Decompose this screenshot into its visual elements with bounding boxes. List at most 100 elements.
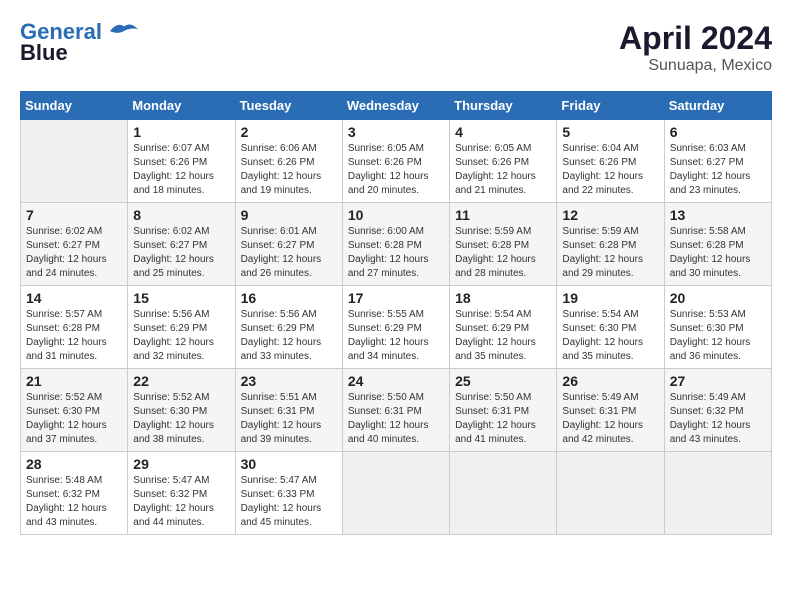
day-cell: 10 Sunrise: 6:00 AMSunset: 6:28 PMDayligh… — [342, 203, 449, 286]
day-number: 12 — [562, 207, 658, 223]
week-row-3: 14 Sunrise: 5:57 AMSunset: 6:28 PMDayligh… — [21, 286, 772, 369]
header-tuesday: Tuesday — [235, 92, 342, 120]
calendar-table: SundayMondayTuesdayWednesdayThursdayFrid… — [20, 91, 772, 535]
day-info: Sunrise: 5:57 AMSunset: 6:28 PMDaylight:… — [26, 308, 122, 364]
day-number: 15 — [133, 290, 229, 306]
day-cell: 17 Sunrise: 5:55 AMSunset: 6:29 PMDayligh… — [342, 286, 449, 369]
day-number: 25 — [455, 373, 551, 389]
day-number: 3 — [348, 124, 444, 140]
day-info: Sunrise: 5:56 AMSunset: 6:29 PMDaylight:… — [133, 308, 229, 364]
day-info: Sunrise: 5:53 AMSunset: 6:30 PMDaylight:… — [670, 308, 766, 364]
day-number: 6 — [670, 124, 766, 140]
day-info: Sunrise: 6:02 AMSunset: 6:27 PMDaylight:… — [26, 225, 122, 281]
day-cell: 13Sunrise: 5:58 AMSunset: 6:28 PMDayligh… — [664, 203, 771, 286]
day-cell: 18 Sunrise: 5:54 AMSunset: 6:29 PMDayligh… — [450, 286, 557, 369]
day-cell: 27 Sunrise: 5:49 AMSunset: 6:32 PMDayligh… — [664, 369, 771, 452]
day-info: Sunrise: 5:58 AMSunset: 6:28 PMDaylight:… — [670, 225, 766, 281]
day-cell — [21, 120, 128, 203]
day-number: 29 — [133, 456, 229, 472]
day-cell: 5 Sunrise: 6:04 AMSunset: 6:26 PMDaylight… — [557, 120, 664, 203]
day-number: 16 — [241, 290, 337, 306]
logo-bird-icon — [110, 21, 138, 41]
day-cell: 7 Sunrise: 6:02 AMSunset: 6:27 PMDaylight… — [21, 203, 128, 286]
day-info: Sunrise: 5:51 AMSunset: 6:31 PMDaylight:… — [241, 391, 337, 447]
day-cell: 29 Sunrise: 5:47 AMSunset: 6:32 PMDayligh… — [128, 452, 235, 535]
day-cell: 19 Sunrise: 5:54 AMSunset: 6:30 PMDayligh… — [557, 286, 664, 369]
day-number: 21 — [26, 373, 122, 389]
day-info: Sunrise: 6:07 AMSunset: 6:26 PMDaylight:… — [133, 142, 229, 198]
day-number: 28 — [26, 456, 122, 472]
day-cell: 8 Sunrise: 6:02 AMSunset: 6:27 PMDaylight… — [128, 203, 235, 286]
day-number: 19 — [562, 290, 658, 306]
location-subtitle: Sunuapa, Mexico — [619, 57, 772, 75]
day-number: 7 — [26, 207, 122, 223]
day-info: Sunrise: 5:54 AMSunset: 6:30 PMDaylight:… — [562, 308, 658, 364]
day-number: 17 — [348, 290, 444, 306]
day-number: 22 — [133, 373, 229, 389]
day-info: Sunrise: 5:52 AMSunset: 6:30 PMDaylight:… — [133, 391, 229, 447]
day-number: 9 — [241, 207, 337, 223]
day-number: 27 — [670, 373, 766, 389]
day-number: 23 — [241, 373, 337, 389]
day-cell: 3Sunrise: 6:05 AMSunset: 6:26 PMDaylight… — [342, 120, 449, 203]
day-cell: 11 Sunrise: 5:59 AMSunset: 6:28 PMDayligh… — [450, 203, 557, 286]
day-info: Sunrise: 6:02 AMSunset: 6:27 PMDaylight:… — [133, 225, 229, 281]
day-info: Sunrise: 6:06 AMSunset: 6:26 PMDaylight:… — [241, 142, 337, 198]
day-info: Sunrise: 5:56 AMSunset: 6:29 PMDaylight:… — [241, 308, 337, 364]
day-cell: 24 Sunrise: 5:50 AMSunset: 6:31 PMDayligh… — [342, 369, 449, 452]
day-info: Sunrise: 6:05 AMSunset: 6:26 PMDaylight:… — [455, 142, 551, 198]
day-info: Sunrise: 6:00 AMSunset: 6:28 PMDaylight:… — [348, 225, 444, 281]
day-number: 4 — [455, 124, 551, 140]
day-number: 5 — [562, 124, 658, 140]
day-cell — [342, 452, 449, 535]
day-info: Sunrise: 5:55 AMSunset: 6:29 PMDaylight:… — [348, 308, 444, 364]
day-number: 2 — [241, 124, 337, 140]
day-info: Sunrise: 6:01 AMSunset: 6:27 PMDaylight:… — [241, 225, 337, 281]
week-row-2: 7 Sunrise: 6:02 AMSunset: 6:27 PMDaylight… — [21, 203, 772, 286]
day-cell — [450, 452, 557, 535]
day-number: 8 — [133, 207, 229, 223]
day-cell — [664, 452, 771, 535]
day-info: Sunrise: 5:49 AMSunset: 6:31 PMDaylight:… — [562, 391, 658, 447]
week-row-4: 21 Sunrise: 5:52 AMSunset: 6:30 PMDayligh… — [21, 369, 772, 452]
day-cell: 4 Sunrise: 6:05 AMSunset: 6:26 PMDaylight… — [450, 120, 557, 203]
day-number: 1 — [133, 124, 229, 140]
title-block: April 2024 Sunuapa, Mexico — [619, 20, 772, 75]
day-info: Sunrise: 5:50 AMSunset: 6:31 PMDaylight:… — [455, 391, 551, 447]
day-info: Sunrise: 5:59 AMSunset: 6:28 PMDaylight:… — [455, 225, 551, 281]
week-row-1: 1 Sunrise: 6:07 AMSunset: 6:26 PMDaylight… — [21, 120, 772, 203]
day-number: 11 — [455, 207, 551, 223]
logo: General Blue — [20, 20, 138, 66]
day-info: Sunrise: 5:50 AMSunset: 6:31 PMDaylight:… — [348, 391, 444, 447]
day-cell: 30 Sunrise: 5:47 AMSunset: 6:33 PMDayligh… — [235, 452, 342, 535]
day-info: Sunrise: 6:03 AMSunset: 6:27 PMDaylight:… — [670, 142, 766, 198]
day-cell: 9 Sunrise: 6:01 AMSunset: 6:27 PMDaylight… — [235, 203, 342, 286]
day-number: 30 — [241, 456, 337, 472]
day-number: 24 — [348, 373, 444, 389]
day-info: Sunrise: 5:47 AMSunset: 6:33 PMDaylight:… — [241, 474, 337, 530]
day-cell: 25 Sunrise: 5:50 AMSunset: 6:31 PMDayligh… — [450, 369, 557, 452]
header-friday: Friday — [557, 92, 664, 120]
day-cell: 1 Sunrise: 6:07 AMSunset: 6:26 PMDaylight… — [128, 120, 235, 203]
day-cell: 12Sunrise: 5:59 AMSunset: 6:28 PMDayligh… — [557, 203, 664, 286]
header-monday: Monday — [128, 92, 235, 120]
day-info: Sunrise: 5:47 AMSunset: 6:32 PMDaylight:… — [133, 474, 229, 530]
day-info: Sunrise: 5:49 AMSunset: 6:32 PMDaylight:… — [670, 391, 766, 447]
day-cell: 28 Sunrise: 5:48 AMSunset: 6:32 PMDayligh… — [21, 452, 128, 535]
day-cell: 26Sunrise: 5:49 AMSunset: 6:31 PMDayligh… — [557, 369, 664, 452]
day-info: Sunrise: 5:48 AMSunset: 6:32 PMDaylight:… — [26, 474, 122, 530]
day-number: 10 — [348, 207, 444, 223]
day-cell: 22 Sunrise: 5:52 AMSunset: 6:30 PMDayligh… — [128, 369, 235, 452]
days-header-row: SundayMondayTuesdayWednesdayThursdayFrid… — [21, 92, 772, 120]
month-year-title: April 2024 — [619, 20, 772, 57]
day-cell: 15 Sunrise: 5:56 AMSunset: 6:29 PMDayligh… — [128, 286, 235, 369]
header-wednesday: Wednesday — [342, 92, 449, 120]
day-number: 18 — [455, 290, 551, 306]
page-header: General Blue April 2024 Sunuapa, Mexico — [20, 20, 772, 75]
day-info: Sunrise: 5:54 AMSunset: 6:29 PMDaylight:… — [455, 308, 551, 364]
header-thursday: Thursday — [450, 92, 557, 120]
day-number: 14 — [26, 290, 122, 306]
day-cell: 14 Sunrise: 5:57 AMSunset: 6:28 PMDayligh… — [21, 286, 128, 369]
day-cell — [557, 452, 664, 535]
day-info: Sunrise: 6:04 AMSunset: 6:26 PMDaylight:… — [562, 142, 658, 198]
